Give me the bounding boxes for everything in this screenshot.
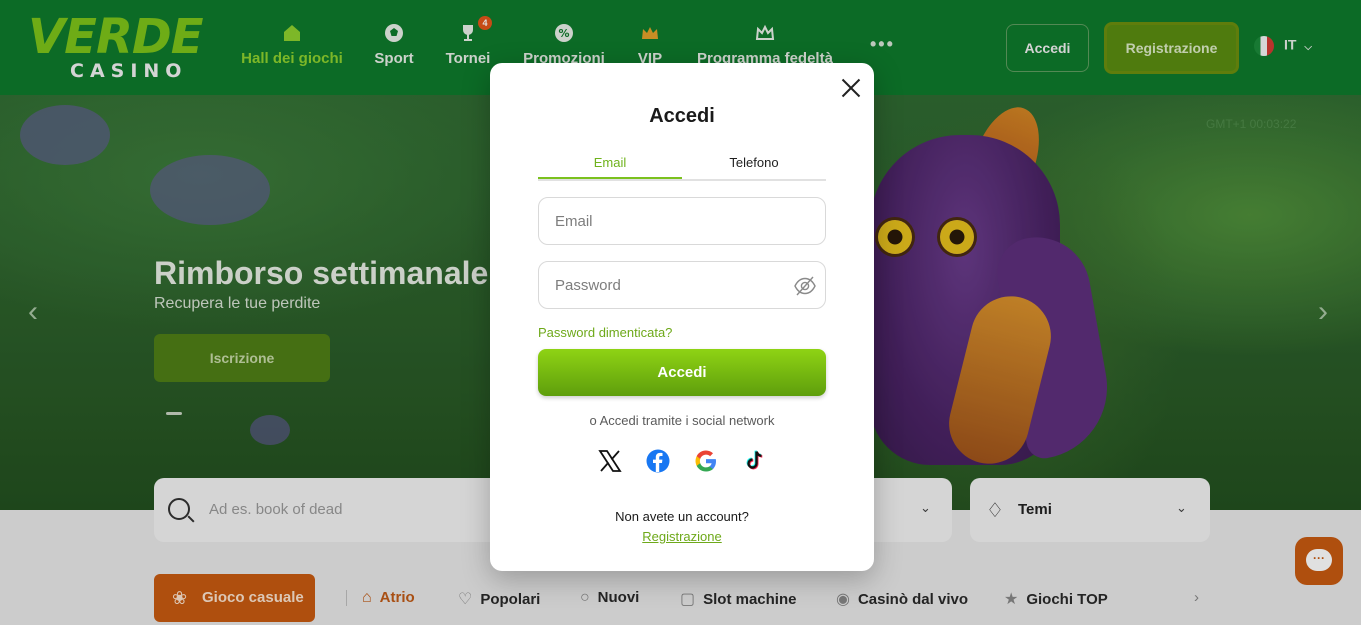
password-field[interactable] [538,261,826,309]
x-icon[interactable] [597,448,623,474]
forgot-password-link[interactable]: Password dimenticata? [538,325,672,340]
active-tab-indicator [538,177,682,179]
tab-email[interactable]: Email [538,155,682,170]
email-field[interactable] [538,197,826,245]
close-icon[interactable] [840,77,862,99]
google-icon[interactable] [693,448,719,474]
no-account-text: Non avete un account? [615,509,749,524]
tab-telefono[interactable]: Telefono [682,155,826,170]
login-modal: Accedi Email Telefono Password dimentica… [490,63,874,571]
login-method-tabs: Email Telefono [538,151,826,181]
eye-off-icon[interactable] [793,274,817,298]
register-link[interactable]: Registrazione [490,529,874,544]
facebook-icon[interactable] [645,448,671,474]
social-login-label: o Accedi tramite i social network [589,413,775,428]
tiktok-icon[interactable] [741,448,767,474]
login-submit-button[interactable]: Accedi [538,349,826,396]
modal-title: Accedi [649,105,715,127]
